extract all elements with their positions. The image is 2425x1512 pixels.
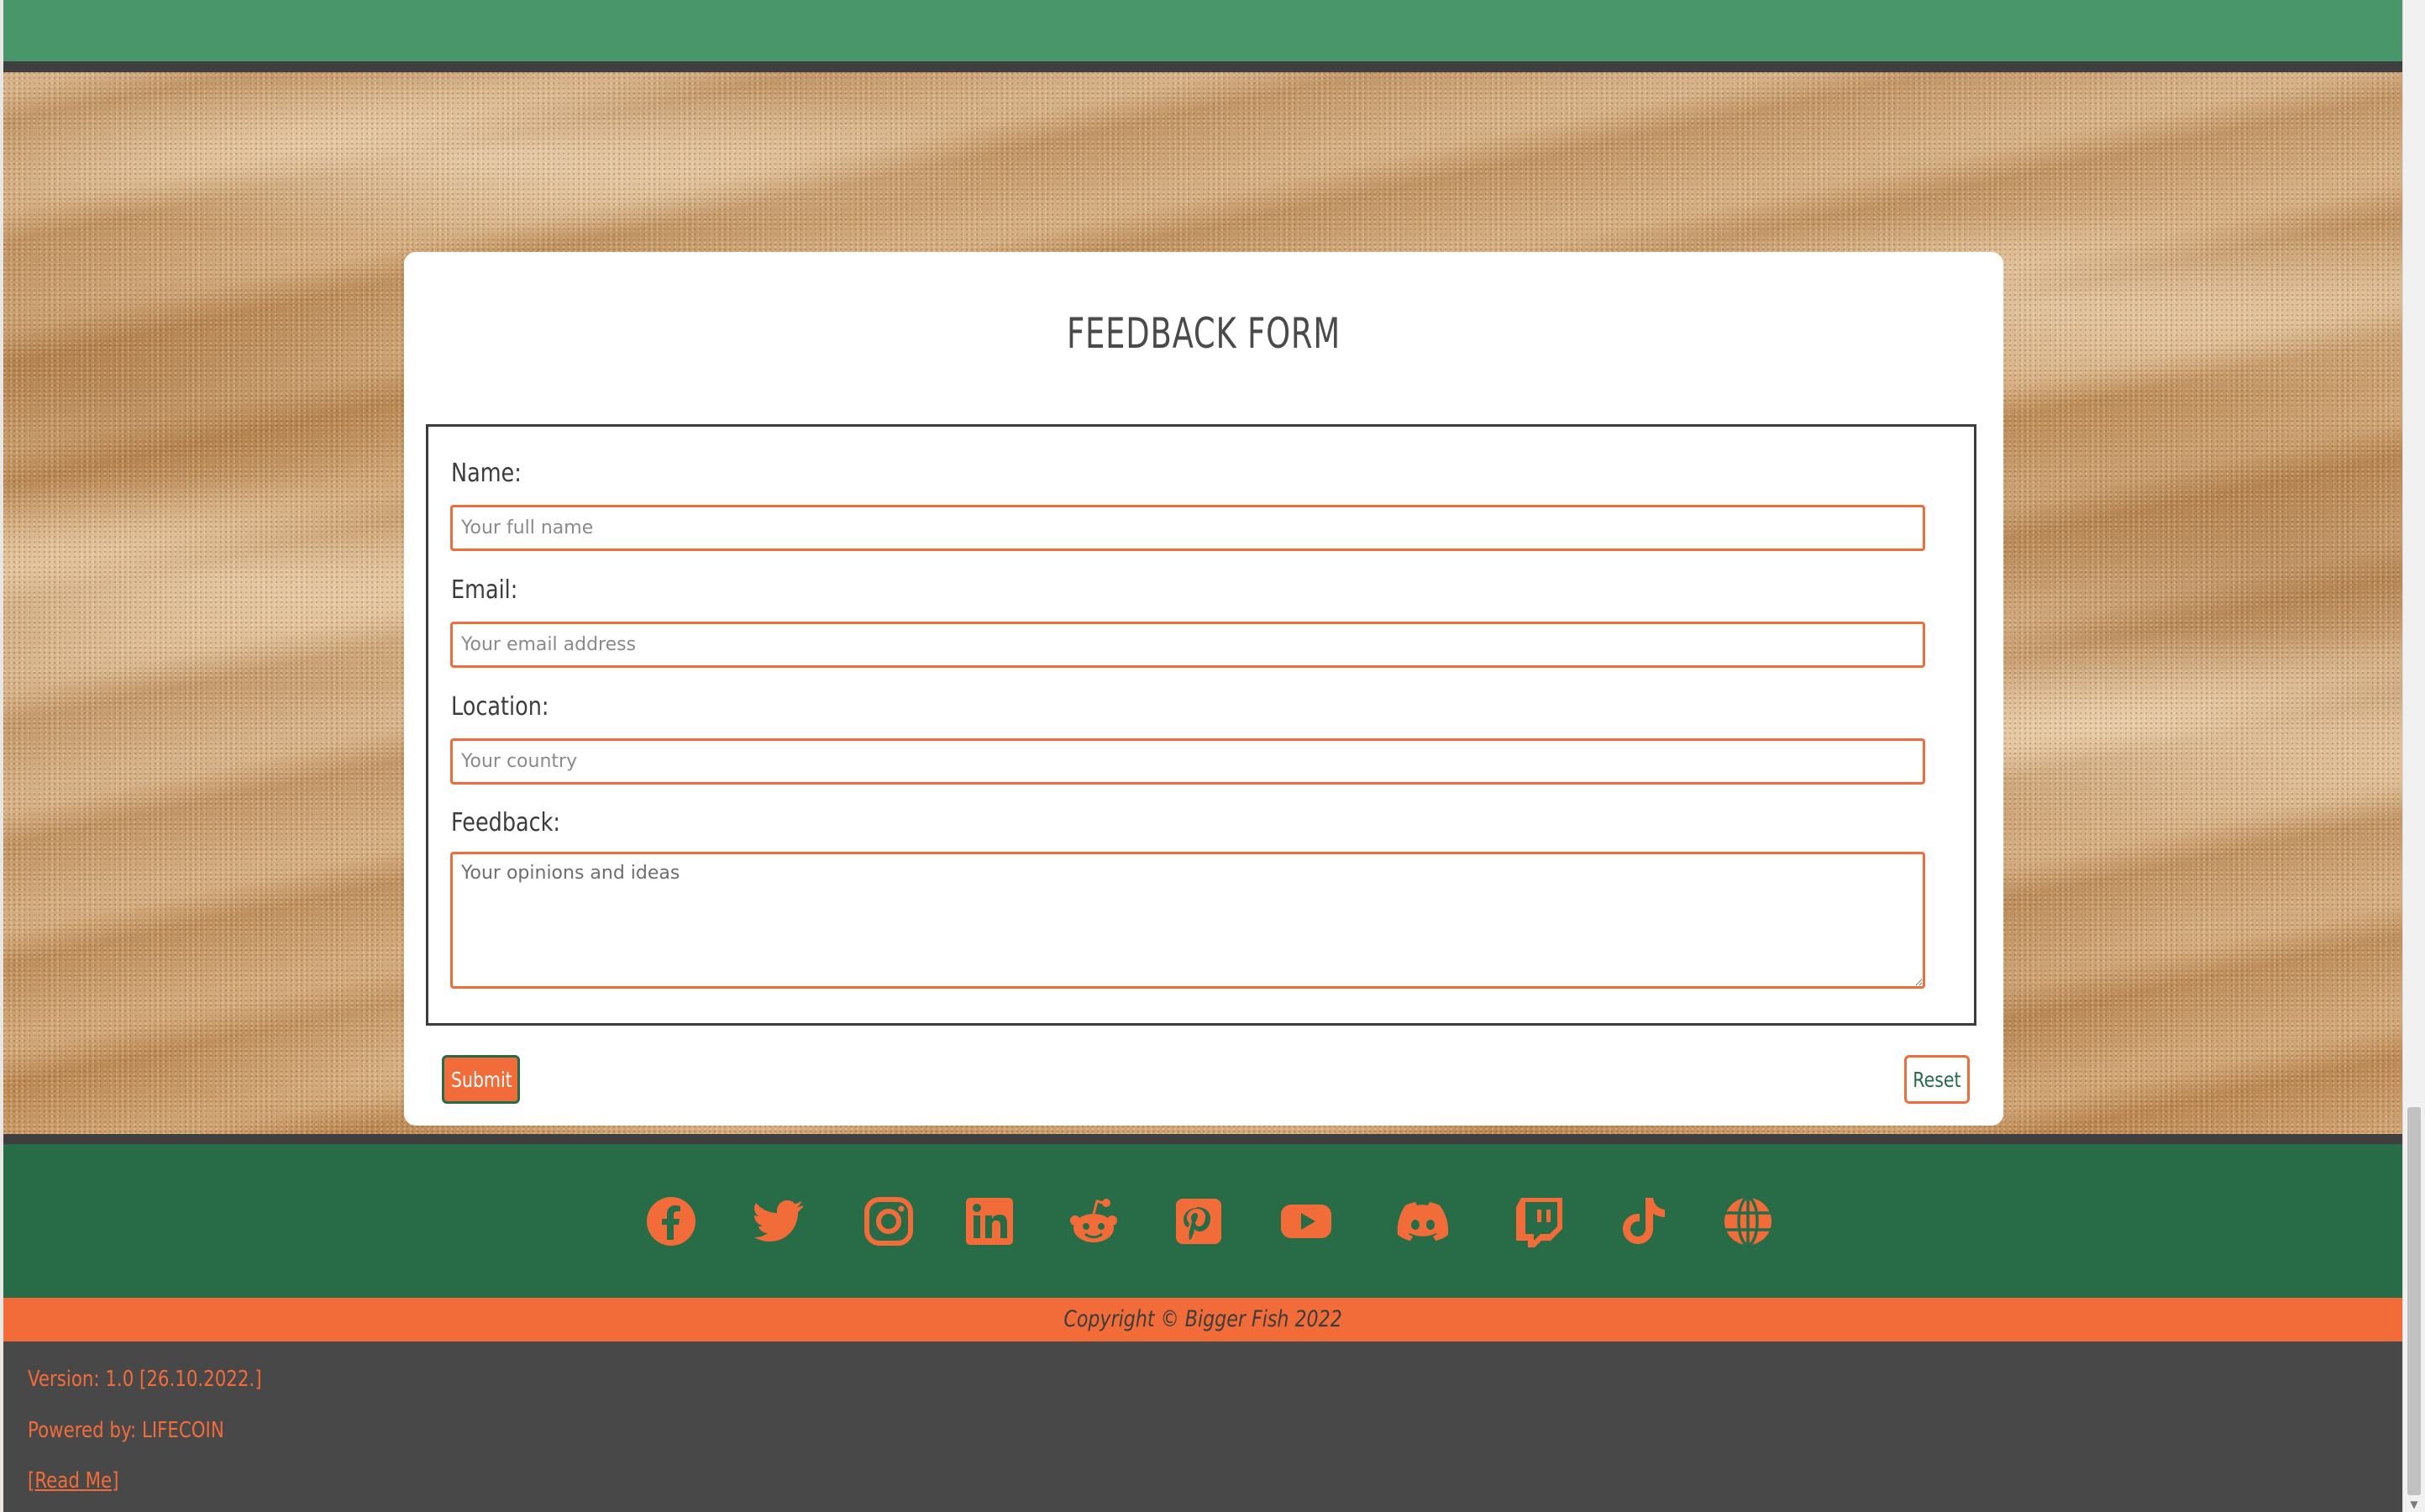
- instagram-icon[interactable]: [862, 1194, 916, 1248]
- version-text: Version: 1.0 [26.10.2022.]: [28, 1367, 262, 1392]
- twitter-icon[interactable]: [753, 1194, 806, 1248]
- youtube-icon[interactable]: [1279, 1194, 1333, 1248]
- copyright-bar: Copyright © Bigger Fish 2022: [3, 1298, 2402, 1341]
- feedback-card: FEEDBACK FORM Name: Email: Location: Fee…: [404, 252, 2003, 1126]
- reset-button-label: Reset: [1913, 1067, 1961, 1092]
- social-links-bar: [3, 1144, 2402, 1298]
- header-bar: [3, 0, 2402, 61]
- name-input[interactable]: [450, 505, 1925, 551]
- powered-by-text: Powered by: LIFECOIN: [28, 1418, 224, 1443]
- facebook-icon[interactable]: [644, 1194, 698, 1248]
- browser-viewport: FEEDBACK FORM Name: Email: Location: Fee…: [0, 0, 2425, 1512]
- location-input[interactable]: [450, 738, 1925, 785]
- form-title: FEEDBACK FORM: [1066, 309, 1341, 358]
- readme-link[interactable]: [Read Me]: [28, 1468, 118, 1494]
- reset-button[interactable]: Reset: [1904, 1055, 1970, 1104]
- page: FEEDBACK FORM Name: Email: Location: Fee…: [3, 0, 2402, 1512]
- footer-border: [3, 1134, 2402, 1144]
- email-label: Email:: [451, 575, 518, 605]
- email-input[interactable]: [450, 622, 1925, 668]
- pinterest-icon[interactable]: [1172, 1194, 1226, 1248]
- info-footer: Version: 1.0 [26.10.2022.] Powered by: L…: [3, 1341, 2402, 1512]
- linkedin-icon[interactable]: [963, 1194, 1016, 1248]
- globe-icon[interactable]: [1721, 1194, 1775, 1248]
- submit-button-label: Submit: [450, 1067, 512, 1092]
- twitch-icon[interactable]: [1513, 1194, 1567, 1248]
- name-label: Name:: [451, 459, 522, 488]
- scrollbar-thumb[interactable]: [2407, 1107, 2421, 1495]
- scroll-down-arrow-icon[interactable]: ▼: [2403, 1497, 2425, 1512]
- feedback-textarea[interactable]: [450, 852, 1925, 989]
- header-border: [3, 61, 2402, 72]
- location-label: Location:: [451, 692, 549, 722]
- feedback-label: Feedback:: [451, 808, 561, 837]
- submit-button[interactable]: Submit: [442, 1055, 520, 1104]
- form-fieldset: Name: Email: Location: Feedback:: [426, 424, 1976, 1026]
- reddit-icon[interactable]: [1067, 1194, 1121, 1248]
- sand-background: FEEDBACK FORM Name: Email: Location: Fee…: [3, 72, 2402, 1134]
- vertical-scrollbar[interactable]: ▼: [2402, 0, 2425, 1512]
- tiktok-icon[interactable]: [1617, 1194, 1671, 1248]
- discord-icon[interactable]: [1396, 1194, 1450, 1248]
- copyright-text: Copyright © Bigger Fish 2022: [1063, 1306, 1342, 1332]
